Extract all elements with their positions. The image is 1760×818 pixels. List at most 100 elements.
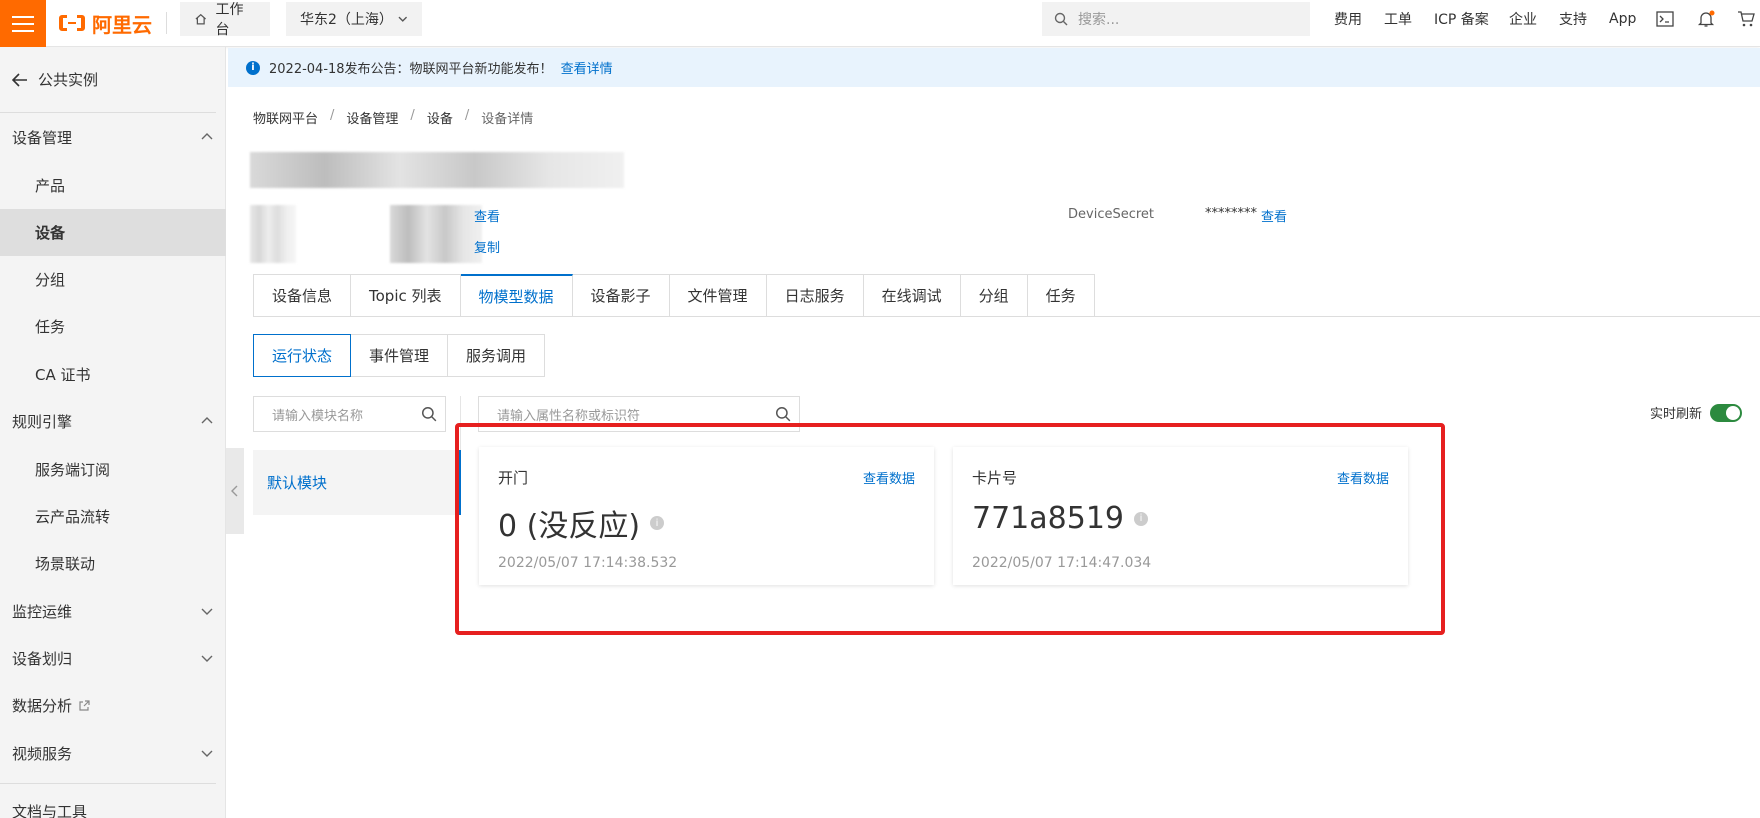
aliyun-logo[interactable]: 阿里云 <box>58 6 152 40</box>
breadcrumb-separator: / <box>410 108 415 123</box>
sidebar-item-label: 产品 <box>35 177 66 195</box>
chevron-left-icon <box>231 485 238 497</box>
property-search-placeholder: 请输入属性名称或标识符 <box>497 408 641 424</box>
sidebar-item-scene-linkage[interactable]: 场景联动 <box>0 540 226 587</box>
sidebar-item-label: 规则引擎 <box>12 413 73 431</box>
sidebar-collapse-handle[interactable] <box>226 448 244 534</box>
workbench-label: 工作台 <box>215 2 244 38</box>
nav-link-label: 支持 <box>1559 12 1587 28</box>
logo-text: 阿里云 <box>92 12 152 37</box>
global-search-input[interactable]: 搜索... <box>1042 2 1310 36</box>
nav-link-label: App <box>1609 11 1637 27</box>
module-item-default[interactable]: 默认模块 <box>253 450 459 515</box>
nav-link-icp[interactable]: ICP 备案 <box>1434 0 1489 38</box>
sidebar-item-label: 文档与工具 <box>12 802 88 818</box>
realtime-refresh: 实时刷新 <box>1650 403 1743 422</box>
sidebar-item-data-forwarding[interactable]: 云产品流转 <box>0 493 226 540</box>
menu-icon[interactable] <box>0 0 46 47</box>
tab-online-debug[interactable]: 在线调试 <box>863 274 961 317</box>
nav-link-support[interactable]: 支持 <box>1559 0 1587 38</box>
search-icon[interactable] <box>421 406 437 422</box>
region-label: 华东2（上海） <box>300 12 393 28</box>
subtab-running-status[interactable]: 运行状态 <box>253 334 352 377</box>
breadcrumb-device-management[interactable]: 设备管理 <box>346 108 398 127</box>
sidebar-item-label: 设备划归 <box>12 650 73 668</box>
breadcrumb-iot-platform[interactable]: 物联网平台 <box>253 108 318 127</box>
highlight-annotation-box <box>455 423 1445 635</box>
cart-icon[interactable] <box>1737 0 1755 38</box>
sidebar-item-label: 分组 <box>35 271 66 289</box>
device-name-redacted <box>250 152 624 188</box>
realtime-refresh-label: 实时刷新 <box>1650 407 1703 422</box>
sidebar-item-device[interactable]: 设备 <box>0 209 226 256</box>
tab-thing-model-data[interactable]: 物模型数据 <box>460 274 573 317</box>
sidebar-item-task[interactable]: 任务 <box>0 303 226 350</box>
sidebar-item-label: 视频服务 <box>12 745 73 763</box>
chevron-up-icon <box>201 417 213 424</box>
nav-link-label: 费用 <box>1334 12 1362 28</box>
detail-tabs: 设备信息 Topic 列表 物模型数据 设备影子 文件管理 日志服务 在线调试 … <box>253 274 1095 317</box>
region-selector[interactable]: 华东2（上海） <box>286 2 422 36</box>
announcement-details-link[interactable]: 查看详情 <box>561 58 613 77</box>
bell-icon[interactable] <box>1697 0 1715 38</box>
realtime-refresh-toggle[interactable] <box>1710 403 1743 422</box>
device-secret-view-link[interactable]: 查看 <box>1261 206 1287 225</box>
tab-device-info[interactable]: 设备信息 <box>253 274 352 317</box>
arrow-left-icon <box>12 72 27 87</box>
nav-link-enterprise[interactable]: 企业 <box>1509 0 1537 38</box>
device-info-value-redacted <box>390 205 482 263</box>
search-icon[interactable] <box>775 406 791 422</box>
device-info-label-redacted <box>250 205 296 263</box>
divider <box>0 112 216 113</box>
chevron-down-icon <box>398 16 408 22</box>
breadcrumb: 物联网平台 / 设备管理 / 设备 / 设备详情 <box>253 108 533 127</box>
tab-file-management[interactable]: 文件管理 <box>669 274 767 317</box>
search-placeholder: 搜索... <box>1078 12 1120 28</box>
nav-link-label: 工单 <box>1384 12 1412 28</box>
nav-link-app[interactable]: App <box>1609 0 1636 38</box>
tab-log-service[interactable]: 日志服务 <box>766 274 864 317</box>
info-icon: i <box>246 60 260 75</box>
divider <box>253 316 1760 317</box>
nav-link-label: ICP 备案 <box>1434 12 1489 28</box>
sidebar-item-label: 设备 <box>35 224 66 242</box>
sidebar-group-monitoring[interactable]: 监控运维 <box>0 588 226 635</box>
sidebar-item-label: 云产品流转 <box>35 508 111 526</box>
terminal-icon[interactable] <box>1656 0 1674 38</box>
tab-device-shadow[interactable]: 设备影子 <box>572 274 670 317</box>
sidebar-item-label: 任务 <box>35 318 66 336</box>
sidebar-group-device-management[interactable]: 设备管理 <box>0 114 226 161</box>
sidebar-item-server-subscription[interactable]: 服务端订阅 <box>0 446 226 493</box>
back-to-instance[interactable]: 公共实例 <box>12 69 98 90</box>
sidebar-group-data-analysis[interactable]: 数据分析 <box>0 682 226 729</box>
device-view-link[interactable]: 查看 <box>474 206 500 225</box>
tab-group[interactable]: 分组 <box>960 274 1028 317</box>
subtab-service-call[interactable]: 服务调用 <box>448 334 546 377</box>
sidebar-group-docs-tools[interactable]: 文档与工具 <box>0 791 226 818</box>
sidebar-group-video-service[interactable]: 视频服务 <box>0 730 226 777</box>
tab-task[interactable]: 任务 <box>1027 274 1095 317</box>
sidebar: 公共实例 设备管理 产品 设备 分组 任务 CA 证书 规则引擎 服务端订阅 云… <box>0 47 226 818</box>
subtab-event-management[interactable]: 事件管理 <box>351 334 449 377</box>
external-link-icon <box>79 699 90 711</box>
sidebar-group-rule-engine[interactable]: 规则引擎 <box>0 398 226 445</box>
workbench-button[interactable]: 工作台 <box>180 2 270 38</box>
breadcrumb-separator: / <box>464 108 470 123</box>
sidebar-item-label: 数据分析 <box>12 697 73 715</box>
sidebar-item-product[interactable]: 产品 <box>0 162 226 209</box>
aliyun-logo-icon <box>59 15 85 31</box>
tab-topic-list[interactable]: Topic 列表 <box>351 274 461 317</box>
sidebar-item-group[interactable]: 分组 <box>0 256 226 303</box>
nav-link-ticket[interactable]: 工单 <box>1384 0 1412 38</box>
breadcrumb-device[interactable]: 设备 <box>427 108 453 127</box>
chevron-down-icon <box>201 655 213 662</box>
module-label: 默认模块 <box>267 474 328 492</box>
sidebar-item-ca-cert[interactable]: CA 证书 <box>0 351 226 398</box>
device-copy-link[interactable]: 复制 <box>474 237 500 256</box>
nav-link-billing[interactable]: 费用 <box>1334 0 1362 38</box>
sidebar-group-device-assignment[interactable]: 设备划归 <box>0 635 226 682</box>
home-icon <box>195 13 206 25</box>
module-search-input[interactable]: 请输入模块名称 <box>253 396 446 432</box>
sidebar-item-label: 设备管理 <box>12 129 73 147</box>
subtabs: 运行状态 事件管理 服务调用 <box>253 334 546 377</box>
